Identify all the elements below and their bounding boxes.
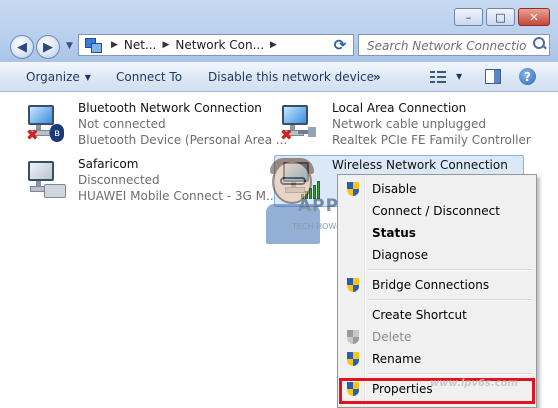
menu-item-label: Status [372, 226, 416, 240]
connection-status: Disconnected [78, 173, 160, 187]
forward-button[interactable]: ▶ [36, 35, 60, 59]
chevron-down-icon: ▼ [84, 72, 91, 82]
forward-arrow-icon: ▶ [43, 39, 53, 55]
network-adapter-icon: ✖ [278, 102, 322, 144]
menu-item-create-shortcut[interactable]: Create Shortcut [340, 304, 534, 326]
recent-pages-dropdown[interactable]: ▼ [66, 41, 73, 51]
connection-status: Network cable unplugged [332, 117, 487, 131]
breadcrumb-separator-icon[interactable]: ▶ [270, 40, 277, 50]
menu-separator [368, 373, 532, 375]
menu-item-connect-disconnect[interactable]: Connect / Disconnect [340, 200, 534, 222]
menu-item-bridge-connections[interactable]: Bridge Connections [340, 274, 534, 296]
minimize-button[interactable]: – [454, 8, 483, 26]
connection-bluetooth[interactable]: ✖ ʙ Bluetooth Network Connection Not con… [24, 100, 287, 148]
refresh-icon: ⟳ [333, 36, 347, 54]
refresh-button[interactable]: ⟳ [328, 34, 352, 56]
network-adapter-icon [24, 158, 68, 200]
connection-name: Local Area Connection [332, 101, 467, 115]
more-commands-button[interactable]: » [373, 69, 381, 85]
connection-local-area[interactable]: ✖ Local Area Connection Network cable un… [278, 100, 531, 148]
connect-to-label: Connect To [116, 70, 183, 84]
connection-safaricom[interactable]: Safaricom Disconnected HUAWEI Mobile Con… [24, 156, 277, 204]
search-input[interactable] [365, 36, 529, 56]
search-box[interactable] [358, 34, 550, 56]
uac-shield-icon [347, 278, 360, 293]
back-arrow-icon: ◀ [17, 39, 27, 55]
connection-status: Not connected [78, 117, 166, 131]
uac-shield-icon [347, 352, 360, 367]
network-adapter-icon: ✖ ʙ [24, 102, 68, 144]
breadcrumb-separator-icon[interactable]: ▶ [111, 40, 118, 50]
network-folder-icon [85, 38, 102, 53]
ethernet-cable-icon [298, 126, 318, 138]
menu-item-label: Connect / Disconnect [372, 204, 500, 218]
connection-device: HUAWEI Mobile Connect - 3G M... [78, 189, 278, 203]
menu-item-status[interactable]: Status [340, 222, 534, 244]
more-commands-label: » [373, 70, 381, 84]
menu-item-diagnose[interactable]: Diagnose [340, 244, 534, 266]
connection-name: Bluetooth Network Connection [78, 101, 262, 115]
help-icon[interactable]: ? [519, 68, 536, 85]
menu-item-label: Rename [372, 352, 422, 366]
view-options-chevron-icon[interactable]: ▼ [456, 72, 462, 81]
address-bar[interactable]: ▶ Net... ▶ Network Con... ▶ [78, 34, 354, 56]
search-icon[interactable] [533, 37, 547, 50]
menu-item-label: Create Shortcut [372, 308, 467, 322]
change-view-icon[interactable] [430, 70, 446, 84]
breadcrumb-separator-icon[interactable]: ▶ [162, 40, 169, 50]
back-button[interactable]: ◀ [10, 35, 34, 59]
organize-label: Organize [26, 70, 80, 84]
disconnected-x-icon: ✖ [26, 126, 39, 144]
maximize-button[interactable]: □ [486, 8, 515, 26]
uac-shield-icon [347, 330, 360, 345]
uac-shield-icon [347, 182, 360, 197]
disable-device-label: Disable this network device [208, 70, 375, 84]
connection-device: Realtek PCIe FE Family Controller [332, 133, 531, 147]
preview-pane-icon[interactable] [485, 69, 501, 84]
breadcrumb-network[interactable]: Net... [124, 38, 157, 52]
menu-item-disable[interactable]: Disable [340, 178, 534, 200]
modem-icon [44, 184, 66, 198]
bluetooth-icon: ʙ [50, 124, 64, 142]
close-button[interactable]: ✕ [518, 8, 550, 26]
menu-item-delete: Delete [340, 326, 534, 348]
menu-separator [368, 269, 532, 271]
menu-separator [368, 299, 532, 301]
connection-device: Bluetooth Device (Personal Area ... [78, 133, 288, 147]
organize-button[interactable]: Organize ▼ [26, 69, 91, 85]
menu-item-label: Diagnose [372, 248, 429, 262]
menu-item-label: Bridge Connections [372, 278, 490, 292]
site-watermark: www.lpv6s.com [430, 378, 518, 389]
connect-to-button[interactable]: Connect To [116, 69, 182, 85]
disable-device-button[interactable]: Disable this network device [208, 69, 374, 85]
connection-name: Safaricom [78, 157, 139, 171]
menu-item-label: Delete [372, 330, 412, 344]
context-menu: Disable Connect / Disconnect Status Diag… [337, 174, 537, 408]
disconnected-x-icon: ✖ [280, 126, 293, 144]
breadcrumb-network-connections[interactable]: Network Con... [175, 38, 264, 52]
menu-item-label: Disable [372, 182, 417, 196]
menu-item-rename[interactable]: Rename [340, 348, 534, 370]
